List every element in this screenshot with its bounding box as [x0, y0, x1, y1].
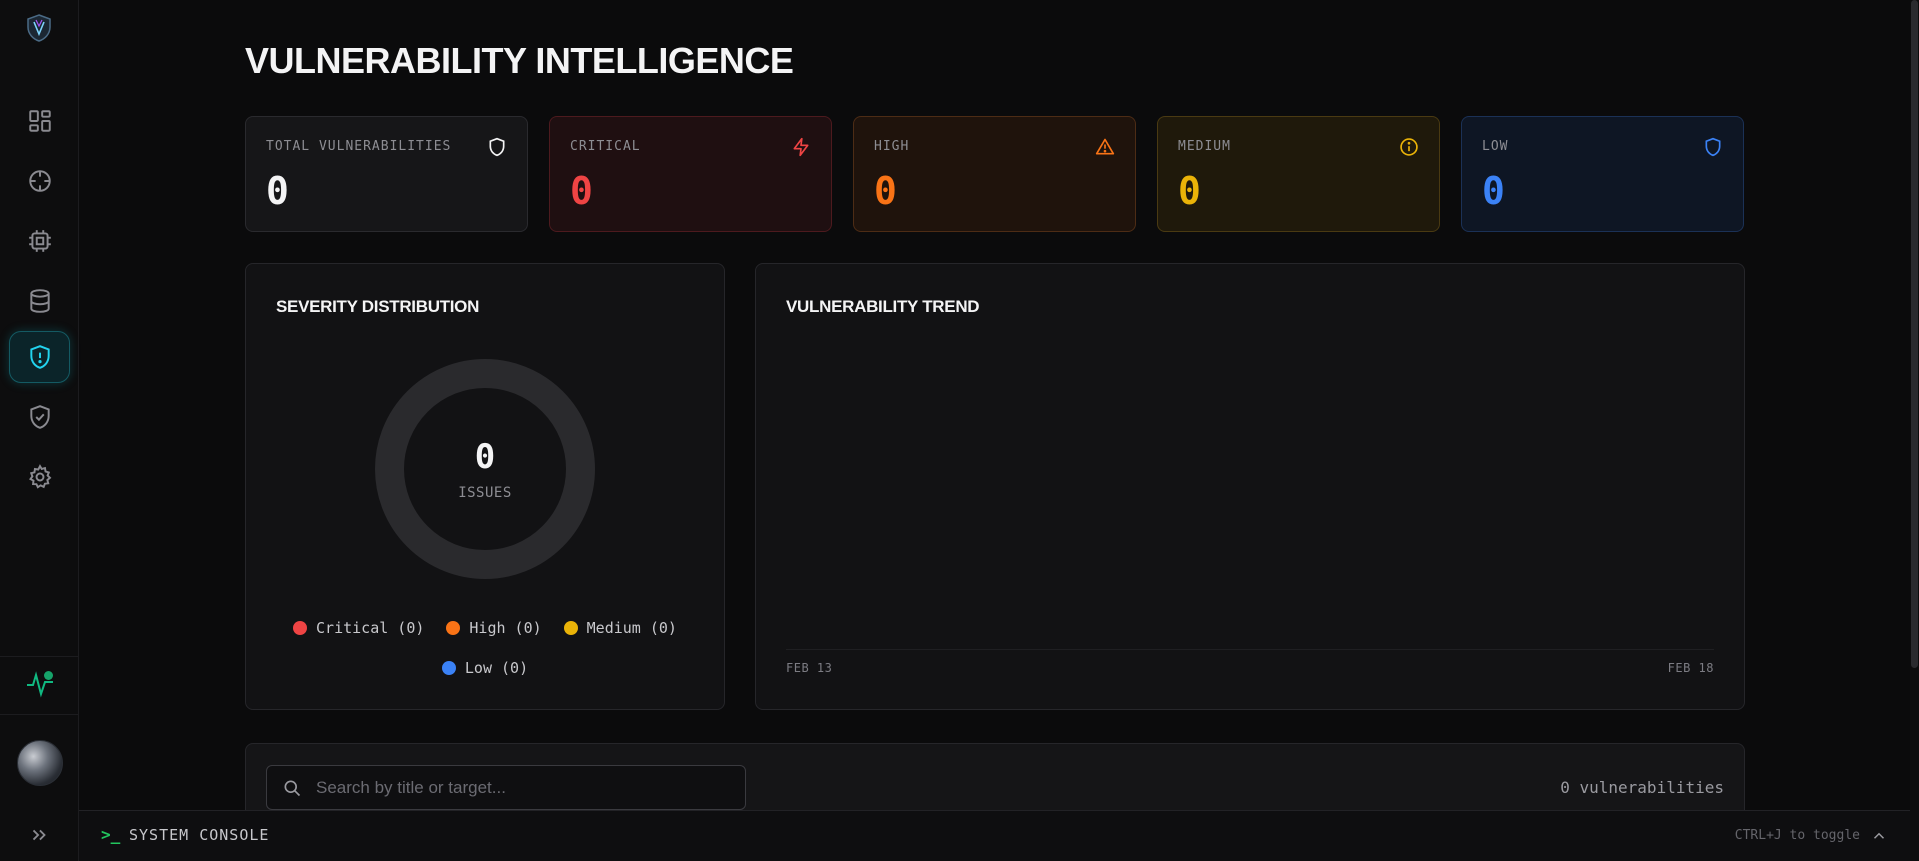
dashboard-icon [28, 110, 51, 132]
search-icon [284, 780, 301, 796]
stat-card-high: HIGH 0 [853, 116, 1136, 232]
chevron-up-icon[interactable] [1870, 827, 1888, 845]
avatar[interactable] [17, 740, 63, 786]
sidebar-item-vulnerabilities[interactable] [9, 331, 70, 383]
legend-label: Low (0) [464, 659, 529, 677]
crosshair-icon [28, 170, 51, 192]
cpu-icon [28, 230, 51, 252]
legend: Low (0) [246, 659, 724, 677]
legend-dot [441, 661, 456, 675]
alert-triangle-icon [1095, 138, 1115, 155]
x-tick-end: FEB 18 [1667, 661, 1714, 675]
trend-x-axis [786, 649, 1714, 650]
search-input[interactable] [314, 776, 745, 799]
stat-label: TOTAL VULNERABILITIES [266, 139, 452, 154]
sidebar-item-agents[interactable] [9, 215, 70, 267]
x-tick-start: FEB 13 [786, 661, 833, 675]
page-title: VULNERABILITY INTELLIGENCE [245, 40, 794, 81]
sidebar-item-compliance[interactable] [9, 391, 70, 443]
legend: Critical (0) High (0) Medium (0) [246, 619, 724, 637]
stat-value: 0 [874, 169, 897, 213]
stat-value: 0 [570, 169, 593, 213]
stat-value: 0 [1178, 169, 1201, 213]
sidebar [0, 0, 79, 861]
legend-item-low[interactable]: Low (0) [441, 659, 529, 677]
console-title: SYSTEM CONSOLE [129, 826, 270, 844]
stat-label: LOW [1482, 139, 1509, 154]
stat-label: HIGH [874, 139, 910, 154]
panel-title: VULNERABILITY TREND [786, 297, 980, 316]
scrollbar-thumb[interactable] [1911, 0, 1918, 668]
shield-alert-icon [29, 345, 50, 369]
sidebar-item-settings[interactable] [9, 451, 70, 503]
donut-label: ISSUES [458, 485, 512, 501]
zap-icon [793, 137, 809, 157]
stat-card-total: TOTAL VULNERABILITIES 0 [245, 116, 528, 232]
legend-label: Critical (0) [316, 619, 425, 637]
stat-label: MEDIUM [1178, 139, 1231, 154]
sidebar-item-dashboard[interactable] [9, 95, 70, 147]
legend-dot [563, 621, 578, 635]
logo-icon[interactable] [26, 14, 52, 42]
shield-icon [489, 137, 505, 157]
stat-card-critical: CRITICAL 0 [549, 116, 832, 232]
divider [0, 714, 78, 715]
legend-dot [446, 621, 461, 635]
vulnerability-count: 0 vulnerabilities [1560, 778, 1724, 797]
stat-value: 0 [1482, 169, 1505, 213]
search-box [266, 765, 746, 810]
shield-icon [1705, 137, 1721, 157]
console-shortcut-hint: CTRL+J to toggle [1734, 828, 1860, 843]
vulnerability-trend-panel: VULNERABILITY TREND FEB 13 FEB 18 [755, 263, 1745, 710]
system-console-bar[interactable]: >_ SYSTEM CONSOLE CTRL+J to toggle [79, 810, 1910, 861]
legend-item-high[interactable]: High (0) [446, 619, 542, 637]
donut-total: 0 [474, 437, 496, 477]
legend-label: Medium (0) [586, 619, 677, 637]
gear-icon [28, 464, 51, 489]
stat-label: CRITICAL [570, 139, 641, 154]
panel-title: SEVERITY DISTRIBUTION [276, 297, 480, 316]
legend-item-critical[interactable]: Critical (0) [293, 619, 424, 637]
stat-value: 0 [266, 169, 289, 213]
shield-check-icon [29, 405, 50, 429]
database-icon [29, 289, 50, 313]
chevrons-right-icon[interactable] [28, 824, 50, 846]
severity-distribution-panel: SEVERITY DISTRIBUTION 0 ISSUES Critical … [245, 263, 725, 710]
terminal-icon: >_ [101, 825, 121, 844]
divider [0, 656, 78, 657]
stat-card-medium: MEDIUM 0 [1157, 116, 1440, 232]
legend-item-medium[interactable]: Medium (0) [563, 619, 677, 637]
legend-label: High (0) [469, 619, 542, 637]
legend-dot [293, 621, 308, 635]
stat-card-low: LOW 0 [1461, 116, 1744, 232]
sidebar-item-data[interactable] [9, 275, 70, 327]
info-icon [1400, 138, 1418, 156]
status-dot [44, 671, 53, 680]
sidebar-item-targets[interactable] [9, 155, 70, 207]
